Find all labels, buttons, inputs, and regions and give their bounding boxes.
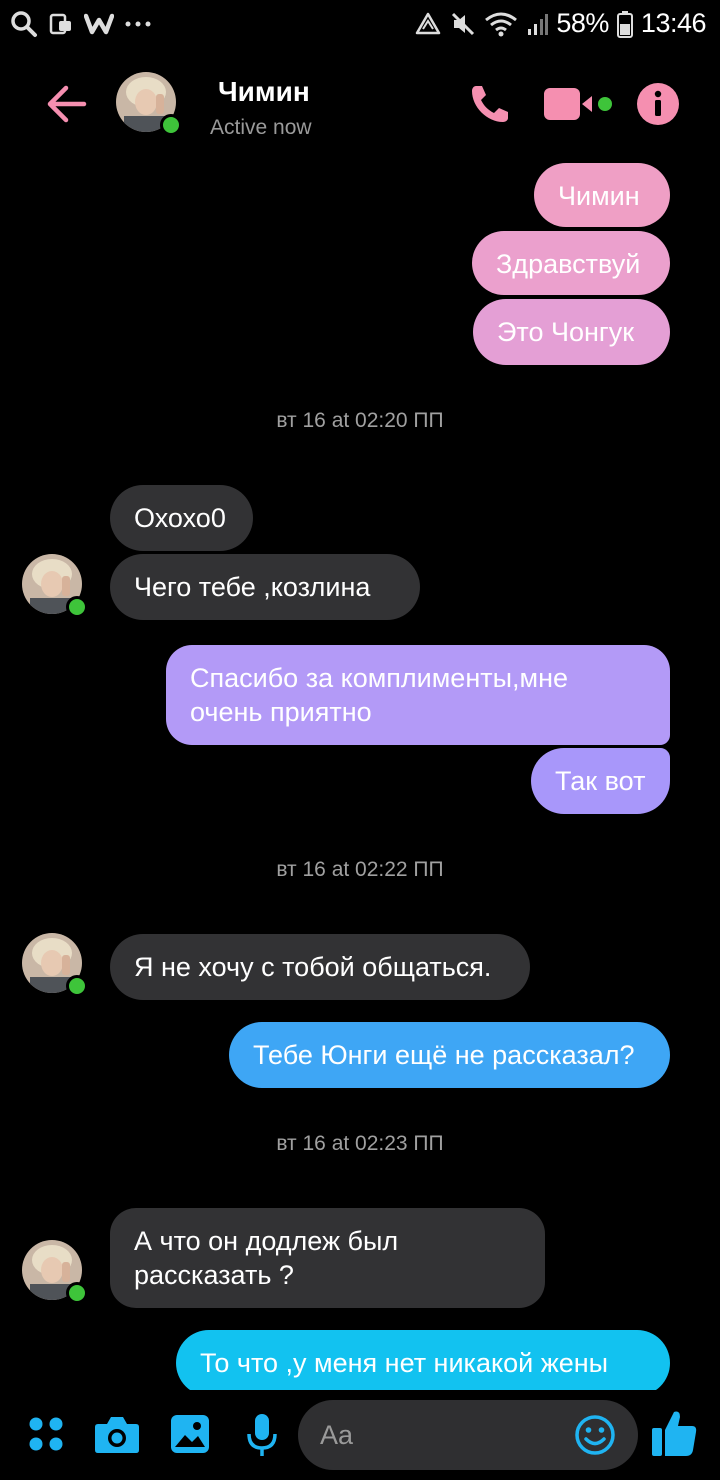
- phone-call-icon[interactable]: [468, 82, 512, 126]
- incoming-message[interactable]: А что он додлеж был рассказать ?: [110, 1208, 545, 1308]
- status-left-icons: [10, 10, 152, 38]
- status-right-icons: 58% 13:46: [414, 8, 707, 39]
- like-thumbs-up-icon[interactable]: [650, 1408, 698, 1458]
- status-bar: 58% 13:46: [0, 0, 720, 50]
- outgoing-message[interactable]: То что ,у меня нет никакой жены: [176, 1330, 670, 1390]
- outgoing-message[interactable]: Тебе Юнги ещё не рассказал?: [229, 1022, 670, 1088]
- outgoing-message[interactable]: Чимин: [534, 163, 670, 227]
- mute-icon: [452, 12, 475, 35]
- battery-icon: [616, 10, 633, 38]
- composer-bar: [0, 1392, 720, 1480]
- screenshot-icon: [49, 13, 71, 35]
- microphone-icon[interactable]: [246, 1412, 278, 1458]
- search-icon: [11, 11, 37, 37]
- online-status-dot: [66, 1282, 88, 1304]
- camera-icon[interactable]: [94, 1414, 140, 1454]
- info-icon[interactable]: [636, 82, 680, 126]
- online-status-dot: [66, 975, 88, 997]
- gallery-icon[interactable]: [170, 1414, 210, 1454]
- clock: 13:46: [640, 8, 707, 38]
- timestamp: вт 16 at 02:23 ПП: [276, 1132, 444, 1155]
- contact-name: Чимин: [218, 76, 310, 107]
- wifi-icon: [485, 12, 518, 36]
- contact-status: Active now: [210, 116, 312, 139]
- outgoing-message[interactable]: Это Чонгук: [473, 299, 670, 365]
- message-composer[interactable]: [298, 1400, 638, 1470]
- incoming-message[interactable]: Я не хочу с тобой общаться.: [110, 934, 530, 1000]
- sender-avatar[interactable]: [22, 1240, 88, 1304]
- sender-avatar[interactable]: [22, 933, 88, 997]
- incoming-message[interactable]: Охохо0: [110, 485, 253, 551]
- signal-icon: [528, 13, 549, 35]
- contact-avatar[interactable]: [116, 72, 182, 136]
- more-notifications-icon: [125, 21, 151, 27]
- data-saver-icon: [416, 12, 441, 34]
- video-call-icon[interactable]: [544, 86, 616, 122]
- outgoing-message[interactable]: Спасибо за комплименты,мне очень приятно: [166, 645, 670, 745]
- timestamp: вт 16 at 02:22 ПП: [276, 858, 444, 881]
- timestamp: вт 16 at 02:20 ПП: [276, 409, 444, 432]
- conversation-header: Чимин Active now: [0, 60, 720, 150]
- battery-percent: 58%: [556, 8, 609, 38]
- outgoing-message[interactable]: Здравствуй: [472, 231, 670, 295]
- message-input[interactable]: [318, 1414, 572, 1456]
- incoming-message[interactable]: Чего тебе ,козлина: [110, 554, 420, 620]
- emoji-icon[interactable]: [574, 1414, 616, 1456]
- outgoing-message[interactable]: Так вот: [531, 748, 670, 814]
- wattpad-icon: [84, 13, 114, 35]
- online-status-dot: [66, 596, 88, 618]
- sender-avatar[interactable]: [22, 554, 88, 618]
- message-list[interactable]: Чимин Здравствуй Это Чонгук вт 16 at 02:…: [0, 150, 720, 1390]
- online-status-dot: [160, 114, 182, 136]
- back-arrow-icon[interactable]: [44, 82, 88, 126]
- apps-menu-icon[interactable]: [28, 1416, 64, 1452]
